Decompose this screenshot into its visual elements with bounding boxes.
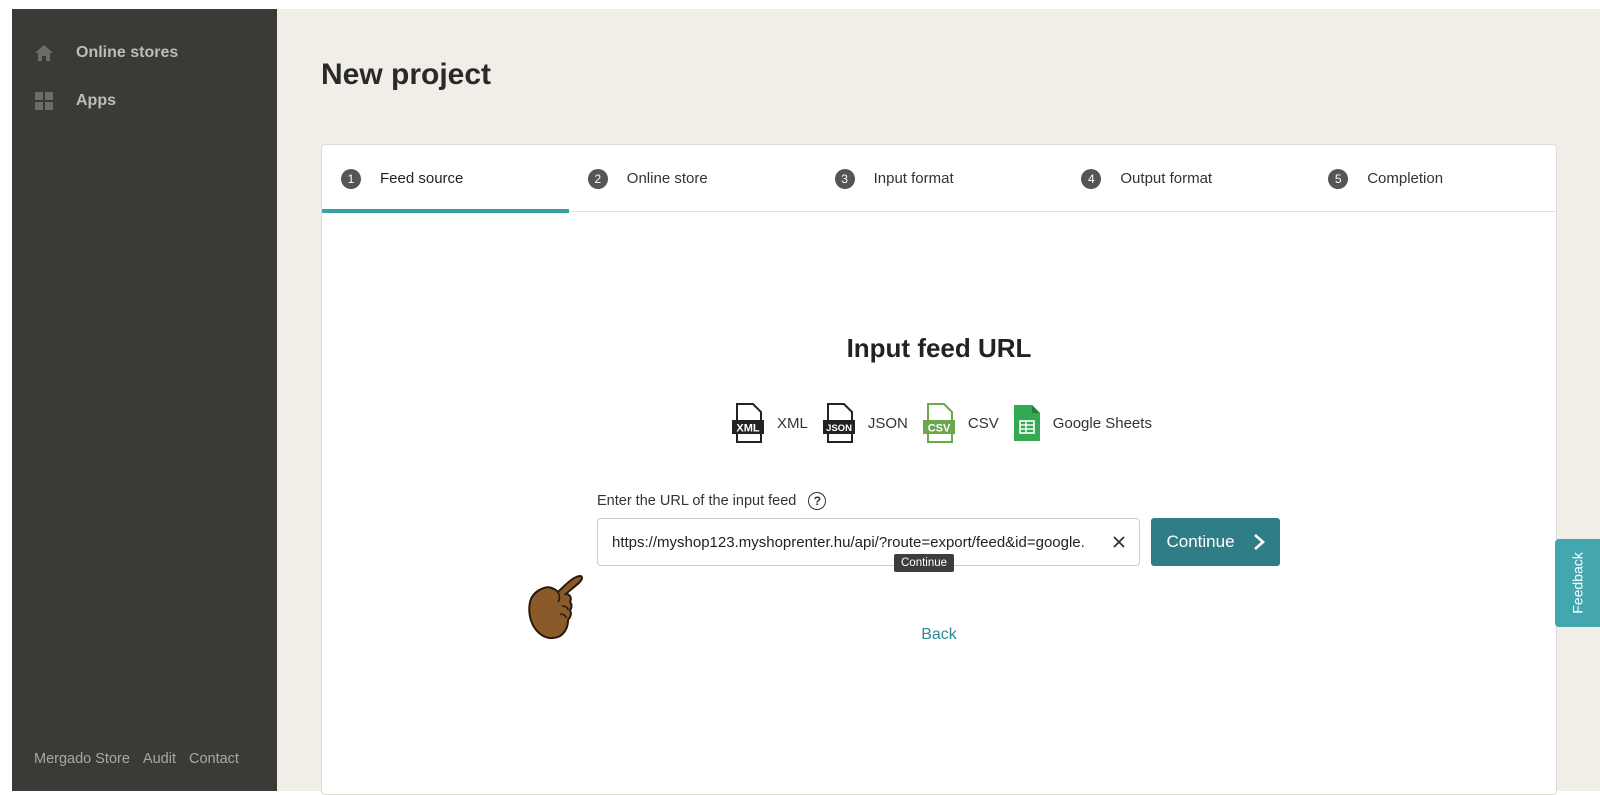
url-field-label-text: Enter the URL of the input feed — [597, 493, 797, 509]
step-output-format[interactable]: 4 Output format — [1062, 145, 1309, 212]
continue-button[interactable]: Continue — [1151, 518, 1280, 566]
step-feed-source[interactable]: 1 Feed source — [322, 145, 569, 213]
clear-icon[interactable] — [1111, 534, 1127, 550]
svg-text:CSV: CSV — [928, 423, 951, 435]
format-json: JSON JSON — [822, 403, 908, 443]
svg-text:JSON: JSON — [826, 423, 852, 434]
step-number: 2 — [587, 168, 608, 189]
step-label: Online store — [626, 170, 708, 187]
sidebar-item-label: Apps — [76, 92, 116, 109]
back-link[interactable]: Back — [921, 626, 957, 643]
footer-link-audit[interactable]: Audit — [143, 751, 176, 767]
url-input[interactable] — [612, 533, 1105, 551]
continue-tooltip: Continue — [894, 554, 955, 572]
supported-formats: XML XML JSON JSON CSV CSV Google Sheets — [731, 403, 1166, 443]
url-input-container — [597, 518, 1140, 566]
format-label: XML — [777, 414, 808, 432]
feedback-tab[interactable]: Feedback — [1555, 539, 1600, 627]
back-link-row: Back — [322, 626, 1556, 644]
xml-file-icon: XML — [732, 403, 764, 443]
step-input-format[interactable]: 3 Input format — [816, 145, 1063, 212]
step-number: 3 — [834, 168, 855, 189]
json-file-icon: JSON — [822, 403, 855, 443]
sidebar-item-label: Online stores — [76, 44, 179, 61]
sidebar-item-apps[interactable]: Apps — [34, 91, 116, 111]
wizard-card: 1 Feed source 2 Online store 3 Input for… — [321, 144, 1557, 795]
format-label: Google Sheets — [1052, 414, 1152, 432]
apps-grid-icon — [34, 91, 54, 111]
format-label: JSON — [867, 414, 908, 432]
footer-link-contact[interactable]: Contact — [189, 751, 239, 767]
step-completion[interactable]: 5 Completion — [1309, 145, 1556, 212]
feedback-label: Feedback — [1569, 552, 1586, 614]
step-number: 1 — [341, 168, 361, 189]
step-label: Input format — [873, 170, 954, 187]
svg-text:XML: XML — [736, 423, 760, 435]
home-icon — [34, 43, 54, 63]
url-field-label: Enter the URL of the input feed ? — [597, 492, 827, 510]
google-sheets-icon — [1013, 405, 1040, 441]
help-icon[interactable]: ? — [808, 492, 827, 510]
format-label: CSV — [967, 414, 999, 432]
format-google-sheets: Google Sheets — [1013, 404, 1152, 442]
sidebar-item-online-stores[interactable]: Online stores — [34, 43, 178, 63]
step-number: 4 — [1081, 168, 1102, 189]
step-number: 5 — [1328, 168, 1349, 189]
step-online-store[interactable]: 2 Online store — [569, 145, 816, 212]
step-label: Feed source — [380, 170, 464, 187]
page-title: New project — [321, 58, 492, 91]
format-xml: XML XML — [731, 403, 808, 443]
chevron-right-icon — [1253, 534, 1265, 550]
step-label: Output format — [1120, 170, 1213, 187]
format-csv: CSV CSV — [922, 403, 999, 443]
sidebar-footer: Mergado Store Audit Contact — [34, 751, 239, 767]
stepper: 1 Feed source 2 Online store 3 Input for… — [322, 145, 1556, 213]
form-heading: Input feed URL — [846, 333, 1032, 363]
step-label: Completion — [1367, 170, 1444, 187]
continue-button-label: Continue — [1166, 532, 1235, 551]
csv-file-icon: CSV — [922, 403, 955, 443]
sidebar: Online stores Apps Mergado Store Audit C… — [12, 9, 277, 791]
pointing-hand-icon — [528, 574, 584, 640]
footer-link-mergado-store[interactable]: Mergado Store — [34, 751, 130, 767]
